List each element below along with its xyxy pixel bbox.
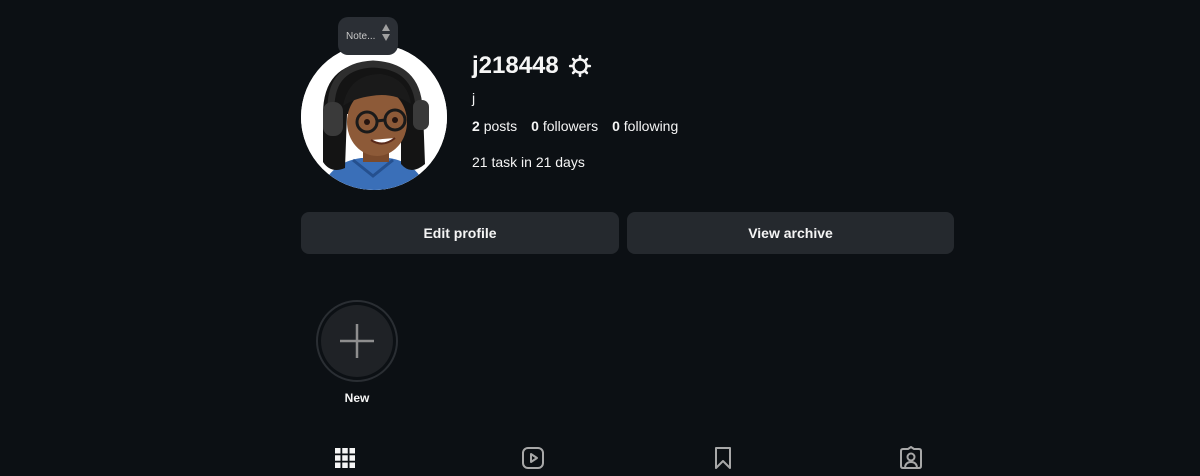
followers-label: followers [542, 118, 599, 134]
tagged-user-icon [900, 446, 922, 469]
note-spinner[interactable] [382, 24, 390, 41]
tab-saved[interactable] [711, 446, 735, 470]
following-count: 0 [612, 118, 620, 134]
tab-tagged[interactable] [899, 446, 923, 470]
posts-label: posts [483, 118, 518, 134]
tab-posts[interactable] [333, 446, 357, 470]
grid-icon [335, 448, 355, 468]
following-stat[interactable]: 0 following [612, 118, 678, 134]
saved-bookmark-icon [715, 447, 731, 469]
followers-count: 0 [531, 118, 539, 134]
profile-stats: 2 posts 0 followers 0 following [472, 118, 678, 134]
tab-reels[interactable] [521, 446, 545, 470]
avatar-illustration [301, 44, 447, 190]
spinner-down-icon[interactable] [382, 34, 390, 41]
reels-icon [522, 447, 544, 469]
new-highlight: New [316, 300, 398, 405]
note-bubble[interactable]: Note... [338, 17, 398, 55]
username-row: j218448 [472, 52, 592, 80]
followers-stat[interactable]: 0 followers [531, 118, 598, 134]
following-label: following [623, 118, 679, 134]
spinner-up-icon[interactable] [382, 24, 390, 31]
plus-icon [340, 324, 374, 358]
new-highlight-button[interactable] [316, 300, 398, 382]
profile-avatar[interactable] [301, 44, 447, 190]
view-archive-button[interactable]: View archive [627, 212, 954, 254]
edit-profile-button[interactable]: Edit profile [301, 212, 619, 254]
new-highlight-circle [321, 305, 393, 377]
new-highlight-label: New [344, 391, 370, 405]
posts-stat: 2 posts [472, 118, 517, 134]
profile-full-name: j [472, 90, 476, 106]
profile-bio: 21 task in 21 days [472, 154, 585, 170]
posts-count: 2 [472, 118, 480, 134]
profile-page: Note... j218448 j 2 posts 0 followers 0 … [0, 0, 1200, 476]
note-placeholder: Note... [346, 30, 376, 42]
profile-username: j218448 [472, 52, 559, 79]
settings-gear-icon[interactable] [568, 54, 592, 78]
